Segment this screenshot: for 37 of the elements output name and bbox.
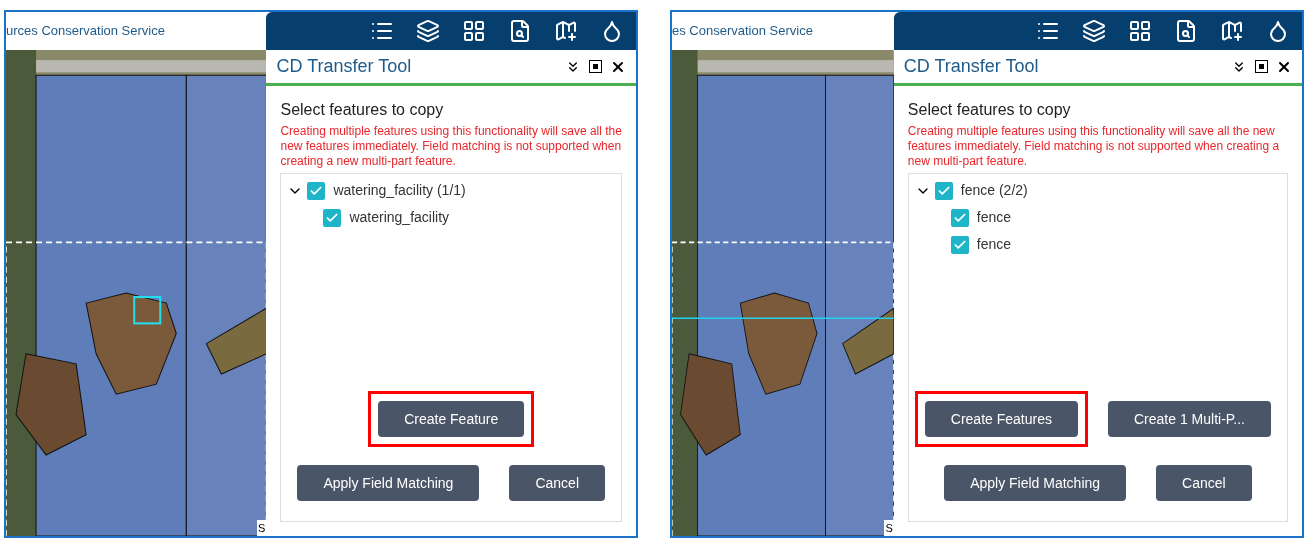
dock-icon[interactable] [589, 60, 602, 73]
checkbox[interactable] [950, 208, 969, 227]
action-button[interactable]: Apply Field Matching [944, 465, 1127, 501]
action-button[interactable]: Create 1 Multi-P... [1108, 401, 1271, 437]
widget-title: CD Transfer Tool [276, 55, 412, 78]
dock-icon[interactable] [1255, 60, 1268, 73]
layer-label: watering_facility (1/1) [333, 181, 466, 200]
grid-icon[interactable] [1128, 19, 1152, 43]
layer-label: fence (2/2) [960, 181, 1028, 200]
action-button[interactable]: Cancel [509, 465, 605, 501]
map-plus-icon[interactable] [554, 19, 578, 43]
feature-label: fence [976, 235, 1012, 254]
feature-label: fence [976, 208, 1012, 227]
layers-icon[interactable] [1082, 19, 1106, 43]
warning-text: Creating multiple features using this functionality will save all the new features immediately. Field matching is not supported when creating a new multi-part feature. [907, 124, 1281, 169]
checkbox[interactable] [934, 181, 953, 200]
action-button[interactable]: Create Features [924, 401, 1078, 437]
widget-title: CD Transfer Tool [903, 55, 1039, 78]
action-button[interactable]: Create Feature [378, 401, 525, 437]
feature-label: watering_facility [349, 208, 450, 227]
grid-icon[interactable] [462, 19, 486, 43]
section-heading: Select features to copy [907, 100, 1072, 120]
scale-label: S [884, 519, 894, 536]
warning-text: Creating multiple features using this functionality will save all the new features immediately. Field matching is not supported when creating a new multi-part feature. [280, 124, 622, 169]
section-heading: Select features to copy [280, 100, 445, 120]
action-button[interactable]: Cancel [1156, 465, 1252, 501]
checkbox[interactable] [950, 235, 969, 254]
layers-icon[interactable] [416, 19, 440, 43]
document-search-icon[interactable] [1174, 19, 1198, 43]
action-button[interactable]: Apply Field Matching [297, 465, 480, 501]
site-title: es Conservation Service [672, 22, 813, 41]
scale-label: S [257, 519, 267, 536]
site-title: urces Conservation Service [6, 22, 165, 41]
map-plus-icon[interactable] [1220, 19, 1244, 43]
checkbox[interactable] [307, 181, 326, 200]
document-search-icon[interactable] [508, 19, 532, 43]
checkbox[interactable] [323, 208, 342, 227]
